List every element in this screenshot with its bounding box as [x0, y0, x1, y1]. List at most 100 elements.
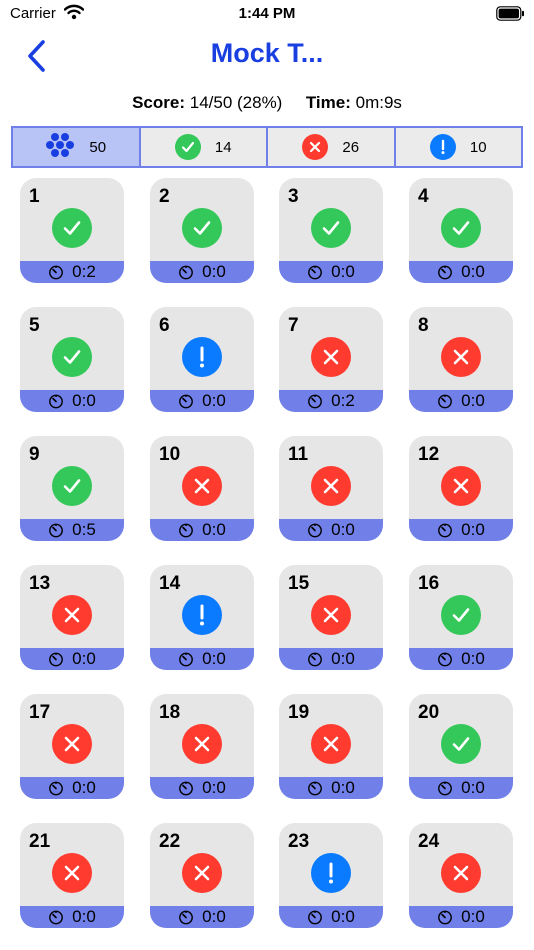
- question-time-bar: 0:0: [150, 261, 254, 283]
- question-time: 0:0: [461, 778, 485, 797]
- filter-all-count: 50: [89, 138, 107, 156]
- question-number: 15: [288, 573, 310, 594]
- question-number: 16: [418, 573, 440, 594]
- question-card[interactable]: 7 0:2: [279, 307, 383, 412]
- x-icon: [311, 466, 351, 506]
- exclamation-icon: [182, 337, 222, 377]
- question-card[interactable]: 16 0:0: [409, 565, 513, 670]
- question-time: 0:0: [461, 520, 485, 539]
- timer-icon: [178, 522, 194, 538]
- timer-icon: [48, 651, 64, 667]
- x-icon: [182, 466, 222, 506]
- exclamation-icon: [182, 595, 222, 635]
- question-time: 0:0: [461, 907, 485, 926]
- question-card[interactable]: 21 0:0: [20, 823, 124, 928]
- timer-icon: [307, 909, 323, 925]
- question-time: 0:0: [72, 391, 96, 410]
- question-card[interactable]: 10 0:0: [150, 436, 254, 541]
- timer-icon: [48, 393, 64, 409]
- question-card[interactable]: 13 0:0: [20, 565, 124, 670]
- question-time-bar: 0:0: [409, 777, 513, 799]
- question-number: 11: [288, 444, 309, 465]
- question-time-bar: 0:0: [20, 906, 124, 928]
- check-icon: [311, 208, 351, 248]
- filter-wrong-tab[interactable]: 26: [268, 128, 396, 166]
- x-icon: [52, 853, 92, 893]
- question-card[interactable]: 6 0:0: [150, 307, 254, 412]
- question-number: 9: [29, 444, 40, 465]
- timer-icon: [307, 651, 323, 667]
- timer-icon: [307, 522, 323, 538]
- question-time-bar: 0:2: [20, 261, 124, 283]
- question-card[interactable]: 3 0:0: [279, 178, 383, 283]
- filter-correct-tab[interactable]: 14: [140, 128, 268, 166]
- question-card[interactable]: 11 0:0: [279, 436, 383, 541]
- timer-icon: [48, 522, 64, 538]
- question-number: 8: [418, 315, 429, 336]
- question-number: 6: [159, 315, 170, 336]
- question-card[interactable]: 22 0:0: [150, 823, 254, 928]
- question-number: 14: [159, 573, 181, 594]
- question-time: 0:0: [331, 520, 355, 539]
- x-icon: [52, 595, 92, 635]
- question-card[interactable]: 2 0:0: [150, 178, 254, 283]
- question-time-bar: 0:2: [279, 390, 383, 412]
- question-time-bar: 0:0: [279, 261, 383, 283]
- question-card[interactable]: 1 0:2: [20, 178, 124, 283]
- question-time-bar: 0:0: [20, 648, 124, 670]
- x-icon: [182, 724, 222, 764]
- question-time-bar: 0:0: [409, 906, 513, 928]
- timer-icon: [307, 264, 323, 280]
- question-card[interactable]: 8 0:0: [409, 307, 513, 412]
- question-card[interactable]: 4 0:0: [409, 178, 513, 283]
- question-card[interactable]: 19 0:0: [279, 694, 383, 799]
- question-card[interactable]: 14 0:0: [150, 565, 254, 670]
- question-time-bar: 0:0: [20, 777, 124, 799]
- question-card[interactable]: 24 0:0: [409, 823, 513, 928]
- question-card[interactable]: 18 0:0: [150, 694, 254, 799]
- check-icon: [441, 595, 481, 635]
- question-time-bar: 0:0: [409, 261, 513, 283]
- question-number: 7: [288, 315, 299, 336]
- filter-skipped-count: 10: [469, 138, 487, 156]
- question-time: 0:0: [202, 778, 226, 797]
- question-number: 17: [29, 702, 51, 723]
- question-time: 0:0: [461, 649, 485, 668]
- x-icon: [311, 595, 351, 635]
- exclamation-icon: [311, 853, 351, 893]
- x-icon: [441, 466, 481, 506]
- question-time: 0:0: [461, 262, 485, 281]
- question-time: 0:0: [72, 649, 96, 668]
- question-number: 19: [288, 702, 310, 723]
- question-time-bar: 0:0: [279, 906, 383, 928]
- score-label: Score:: [132, 93, 185, 112]
- question-card[interactable]: 20 0:0: [409, 694, 513, 799]
- timer-icon: [178, 780, 194, 796]
- question-time-bar: 0:0: [409, 519, 513, 541]
- filter-all-tab[interactable]: 50: [13, 128, 141, 166]
- filter-skipped-tab[interactable]: 10: [395, 128, 521, 166]
- question-time: 0:5: [72, 520, 96, 539]
- question-time-bar: 0:0: [20, 390, 124, 412]
- question-card[interactable]: 15 0:0: [279, 565, 383, 670]
- question-time-bar: 0:0: [150, 390, 254, 412]
- question-time: 0:0: [461, 391, 485, 410]
- question-number: 21: [29, 831, 51, 852]
- question-card[interactable]: 12 0:0: [409, 436, 513, 541]
- question-number: 22: [159, 831, 181, 852]
- check-icon: [174, 134, 201, 160]
- check-icon: [52, 466, 92, 506]
- question-card[interactable]: 9 0:5: [20, 436, 124, 541]
- question-card[interactable]: 17 0:0: [20, 694, 124, 799]
- question-time-bar: 0:0: [150, 906, 254, 928]
- x-icon: [311, 337, 351, 377]
- x-icon: [441, 853, 481, 893]
- question-card[interactable]: 5 0:0: [20, 307, 124, 412]
- question-number: 20: [418, 702, 440, 723]
- time-value: 0m:9s: [355, 93, 402, 112]
- question-card[interactable]: 23 0:0: [279, 823, 383, 928]
- timer-icon: [437, 651, 453, 667]
- question-time-bar: 0:0: [279, 519, 383, 541]
- question-number: 10: [159, 444, 181, 465]
- check-icon: [441, 724, 481, 764]
